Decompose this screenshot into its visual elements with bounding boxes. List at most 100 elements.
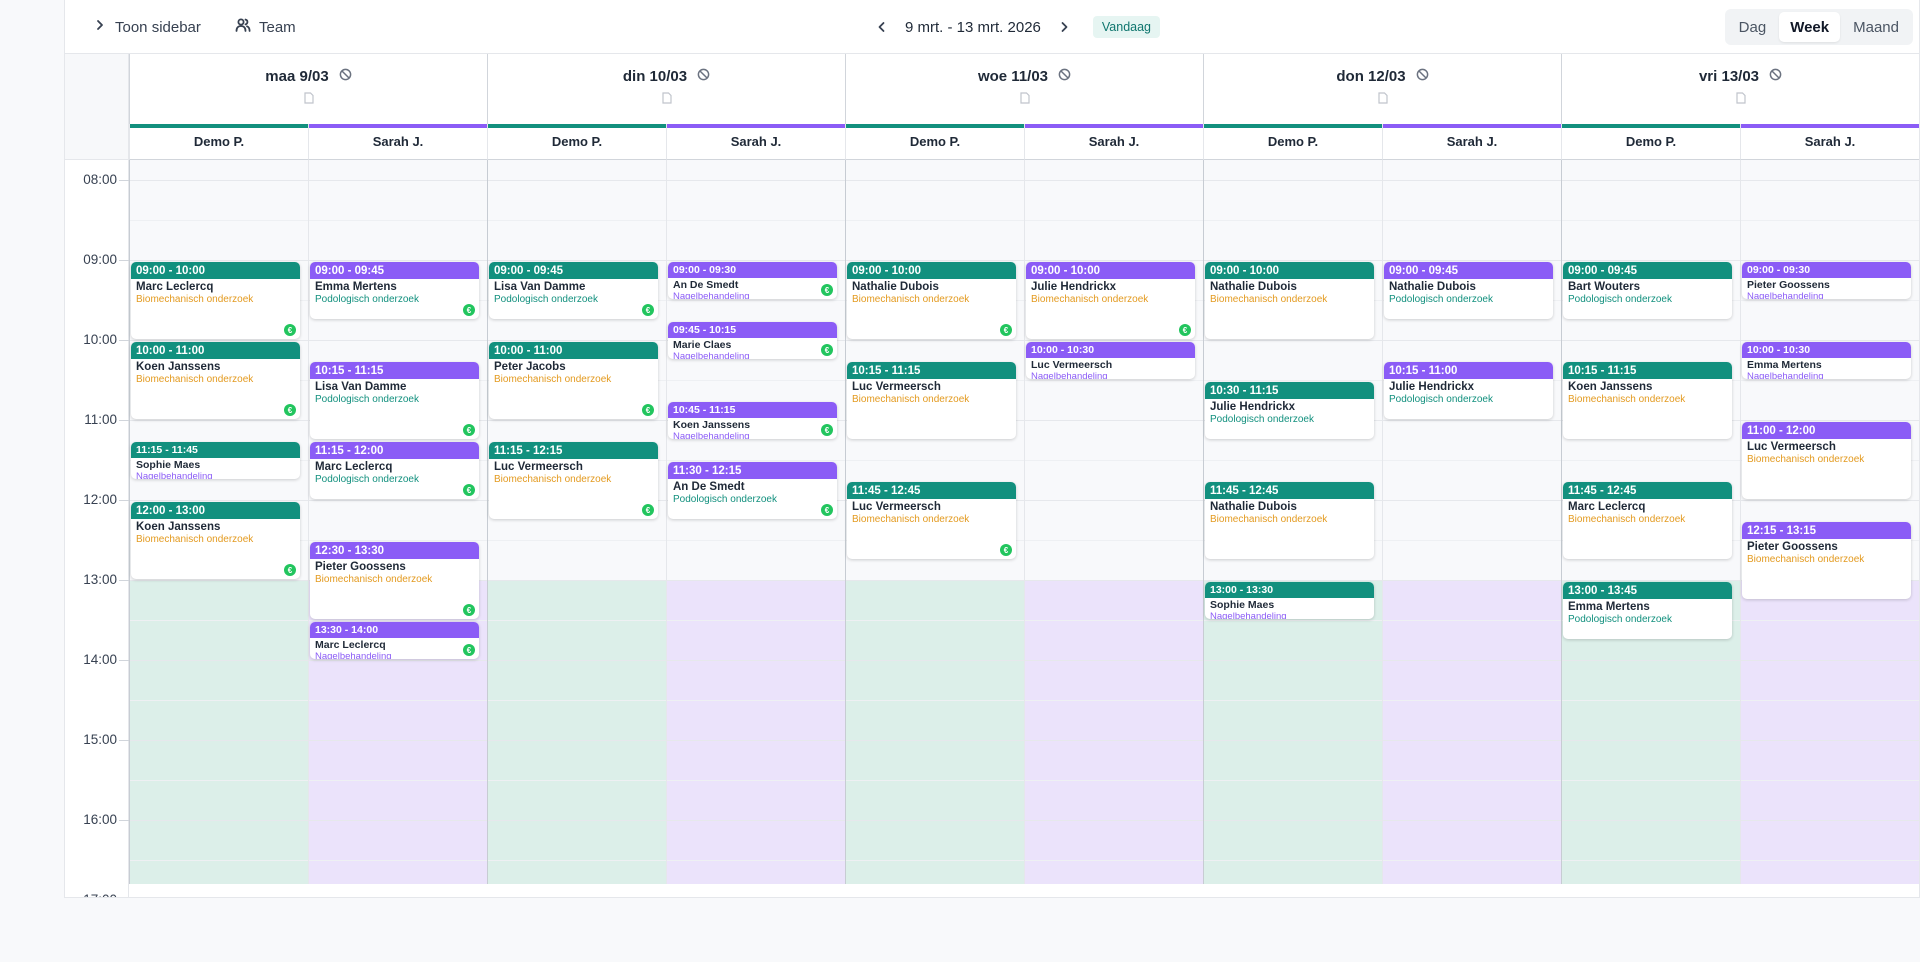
block-day-icon[interactable] [1416, 68, 1429, 85]
day-header[interactable]: maa 9/03 [129, 54, 487, 126]
view-month-button[interactable]: Maand [1842, 12, 1910, 42]
appointment-service: Biomechanisch onderzoek [494, 474, 612, 485]
appointment-card[interactable]: 09:45 - 10:15 Marie Claes Nagelbehandeli… [668, 322, 837, 359]
appointment-time: 10:00 - 10:30 [1026, 342, 1195, 358]
appointment-time: 10:15 - 11:00 [1384, 362, 1553, 379]
appointment-card[interactable]: 10:00 - 11:00 Koen Janssens Biomechanisc… [131, 342, 300, 419]
appointment-card[interactable]: 11:45 - 12:45 Luc Vermeersch Biomechanis… [847, 482, 1016, 559]
appointment-client: Sophie Maes [1210, 599, 1275, 611]
day-header[interactable]: don 12/03 [1203, 54, 1561, 126]
unavailable-hours-bg[interactable] [666, 580, 845, 897]
team-button[interactable]: Team [235, 15, 296, 39]
appointment-card[interactable]: 11:30 - 12:15 An De Smedt Podologisch on… [668, 462, 837, 519]
appointment-card[interactable]: 10:15 - 11:00 Julie Hendrickx Podologisc… [1384, 362, 1553, 419]
view-day-button[interactable]: Dag [1728, 12, 1778, 42]
appointment-time: 11:00 - 12:00 [1742, 422, 1911, 439]
day-title: woe 11/03 [846, 68, 1203, 85]
appointment-card[interactable]: 11:15 - 12:00 Marc Leclercq Podologisch … [310, 442, 479, 499]
paid-euro-icon: € [463, 644, 475, 656]
appointment-card[interactable]: 10:15 - 11:15 Lisa Van Damme Podologisch… [310, 362, 479, 439]
appointment-card[interactable]: 10:00 - 10:30 Emma Mertens Nagelbehandel… [1742, 342, 1911, 379]
day-header[interactable]: vri 13/03 [1561, 54, 1919, 126]
appointment-time: 10:15 - 11:15 [310, 362, 479, 379]
appointment-service: Biomechanisch onderzoek [136, 374, 254, 385]
block-day-icon[interactable] [339, 68, 352, 85]
resource-label: Sarah J. [1804, 134, 1856, 149]
appointment-card[interactable]: 11:45 - 12:45 Marc Leclercq Biomechanisc… [1563, 482, 1732, 559]
appointment-card[interactable]: 11:45 - 12:45 Nathalie Dubois Biomechani… [1205, 482, 1374, 559]
appointment-card[interactable]: 10:00 - 11:00 Peter Jacobs Biomechanisch… [489, 342, 658, 419]
resource-header: Demo P. [845, 124, 1024, 160]
today-button[interactable]: Vandaag [1092, 16, 1161, 38]
appointment-time: 13:00 - 13:30 [1205, 582, 1374, 598]
appointment-card[interactable]: 10:45 - 11:15 Koen Janssens Nagelbehande… [668, 402, 837, 439]
unavailable-hours-bg[interactable] [487, 580, 666, 897]
appointment-card[interactable]: 10:15 - 11:15 Koen Janssens Biomechanisc… [1563, 362, 1732, 439]
resource-label: Sarah J. [372, 134, 424, 149]
day-note-icon[interactable] [1377, 91, 1388, 104]
column-divider [487, 160, 488, 897]
appointment-card[interactable]: 09:00 - 09:45 Lisa Van Damme Podologisch… [489, 262, 658, 319]
day-header[interactable]: din 10/03 [487, 54, 845, 126]
unavailable-hours-bg[interactable] [1740, 580, 1919, 897]
resource-header: Demo P. [487, 124, 666, 160]
appointment-service: Biomechanisch onderzoek [494, 374, 612, 385]
appointment-time: 13:30 - 14:00 [310, 622, 479, 638]
appointment-time: 09:45 - 10:15 [668, 322, 837, 338]
paid-euro-icon: € [463, 304, 475, 316]
column-divider [666, 160, 667, 897]
time-tick [119, 420, 129, 421]
time-label: 08:00 [83, 172, 117, 187]
appointment-card[interactable]: 10:15 - 11:15 Luc Vermeersch Biomechanis… [847, 362, 1016, 439]
day-note-icon[interactable] [1019, 91, 1030, 104]
unavailable-hours-bg[interactable] [845, 580, 1024, 897]
block-day-icon[interactable] [1769, 68, 1782, 85]
appointment-card[interactable]: 09:00 - 09:30 An De Smedt Nagelbehandeli… [668, 262, 837, 299]
appointment-card[interactable]: 11:15 - 12:15 Luc Vermeersch Biomechanis… [489, 442, 658, 519]
day-header[interactable]: woe 11/03 [845, 54, 1203, 126]
previous-week-button[interactable] [873, 18, 891, 36]
appointment-card[interactable]: 09:00 - 09:30 Pieter Goossens Nagelbehan… [1742, 262, 1911, 299]
appointment-time: 10:45 - 11:15 [668, 402, 837, 418]
resource-header: Sarah J. [1740, 124, 1919, 160]
paid-euro-icon: € [284, 564, 296, 576]
appointment-card[interactable]: 13:00 - 13:30 Sophie Maes Nagelbehandeli… [1205, 582, 1374, 619]
unavailable-hours-bg[interactable] [1203, 580, 1382, 897]
appointment-card[interactable]: 12:30 - 13:30 Pieter Goossens Biomechani… [310, 542, 479, 619]
appointment-card[interactable]: 09:00 - 10:00 Marc Leclercq Biomechanisc… [131, 262, 300, 339]
appointment-card[interactable]: 11:15 - 11:45 Sophie Maes Nagelbehandeli… [131, 442, 300, 479]
appointment-card[interactable]: 11:00 - 12:00 Luc Vermeersch Biomechanis… [1742, 422, 1911, 499]
appointment-card[interactable]: 09:00 - 10:00 Nathalie Dubois Biomechani… [847, 262, 1016, 339]
block-day-icon[interactable] [1058, 68, 1071, 85]
appointment-time: 11:15 - 12:15 [489, 442, 658, 459]
appointment-card[interactable]: 09:00 - 09:45 Nathalie Dubois Podologisc… [1384, 262, 1553, 319]
day-label: maa 9/03 [265, 68, 329, 85]
appointment-card[interactable]: 10:00 - 10:30 Luc Vermeersch Nagelbehand… [1026, 342, 1195, 379]
paid-euro-icon: € [642, 504, 654, 516]
appointment-card[interactable]: 13:00 - 13:45 Emma Mertens Podologisch o… [1563, 582, 1732, 639]
appointment-card[interactable]: 12:00 - 13:00 Koen Janssens Biomechanisc… [131, 502, 300, 579]
appointment-service: Podologisch onderzoek [315, 474, 419, 485]
date-range-label: 9 mrt. - 13 mrt. 2026 [905, 18, 1041, 36]
next-week-button[interactable] [1055, 18, 1073, 36]
appointment-card[interactable]: 13:30 - 14:00 Marc Leclercq Nagelbehande… [310, 622, 479, 659]
appointment-service: Biomechanisch onderzoek [1568, 514, 1686, 525]
day-note-icon[interactable] [1735, 91, 1746, 104]
appointment-card[interactable]: 09:00 - 09:45 Emma Mertens Podologisch o… [310, 262, 479, 319]
unavailable-hours-bg[interactable] [1382, 580, 1561, 897]
appointment-card[interactable]: 10:30 - 11:15 Julie Hendrickx Podologisc… [1205, 382, 1374, 439]
block-day-icon[interactable] [697, 68, 710, 85]
view-week-button[interactable]: Week [1779, 12, 1841, 42]
appointment-card[interactable]: 09:00 - 10:00 Julie Hendrickx Biomechani… [1026, 262, 1195, 339]
appointment-card[interactable]: 09:00 - 09:45 Bart Wouters Podologisch o… [1563, 262, 1732, 319]
unavailable-hours-bg[interactable] [129, 580, 308, 897]
paid-euro-icon: € [1000, 324, 1012, 336]
day-note-icon[interactable] [661, 91, 672, 104]
appointment-card[interactable]: 09:00 - 10:00 Nathalie Dubois Biomechani… [1205, 262, 1374, 339]
toggle-sidebar-button[interactable]: Toon sidebar [93, 15, 201, 39]
appointment-client: Luc Vermeersch [1031, 359, 1113, 371]
day-note-icon[interactable] [303, 91, 314, 104]
appointment-card[interactable]: 12:15 - 13:15 Pieter Goossens Biomechani… [1742, 522, 1911, 599]
appointment-time: 10:30 - 11:15 [1205, 382, 1374, 399]
unavailable-hours-bg[interactable] [1024, 580, 1203, 897]
